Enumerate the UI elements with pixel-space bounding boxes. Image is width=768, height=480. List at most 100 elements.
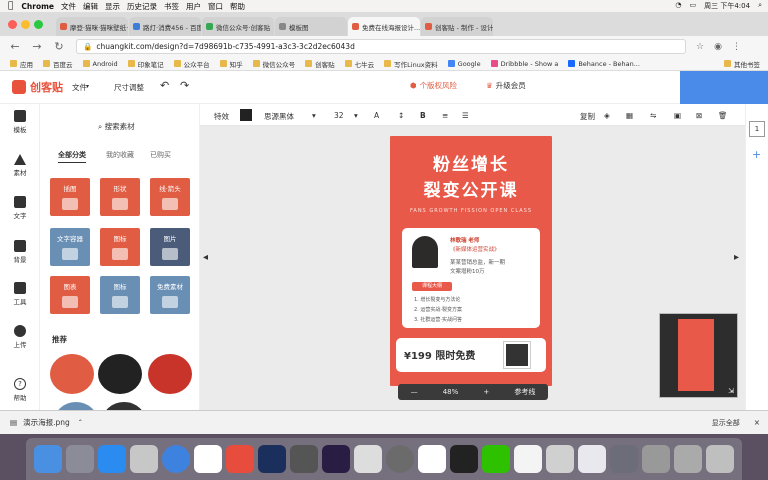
browser-tab-active[interactable]: 免费在线海报设计... [348,17,420,36]
speaker-role[interactable]: 《新媒体运营实战》 [450,245,500,253]
search-materials[interactable]: ⌕ 搜索素材 [98,121,135,132]
list-icon[interactable]: ☰ [462,111,469,120]
poster-title-line2[interactable]: 裂变公开课 [390,176,552,201]
file-menu[interactable]: 文件 [72,82,87,93]
preview-icon[interactable] [130,445,158,473]
tab-all-categories[interactable]: 全部分类 [58,150,86,163]
finder-icon[interactable] [34,445,62,473]
browser-tab[interactable]: 创客贴 - 制作 - 设计页 [421,17,493,36]
baidu-netdisk-icon[interactable] [578,445,606,473]
trash-icon[interactable]: 🗑 [718,111,728,120]
poster-canvas[interactable]: 粉丝增长 裂变公开课 FANS GROWTH FISSION OPEN CLAS… [390,136,552,386]
copyright-risk-button[interactable]: ⬢ 个版权风险 [410,80,457,91]
zoom-value[interactable]: 48% [443,388,459,396]
trash-icon[interactable] [706,445,734,473]
bookmark-item[interactable]: 印象笔记 [127,59,164,69]
category-tile[interactable]: 免费素材 [150,276,190,314]
reload-icon[interactable]: ↻ [52,40,66,53]
outline-point[interactable]: 2. 运营实战·裂变方案 [414,306,462,313]
price-text[interactable]: ¥199 限时免费 [404,347,475,362]
outline-point[interactable]: 3. 社群运营·实战问答 [414,316,462,323]
speaker-photo[interactable] [412,236,438,268]
align-icon[interactable]: ≡ [442,111,448,120]
outline-point[interactable]: 1. 增长裂变与方法论 [414,296,460,303]
menu-help[interactable]: 帮助 [230,1,245,12]
font-select[interactable]: 思源黑体 [264,111,294,122]
speaker-desc2[interactable]: 文案增粉10万 [450,267,485,275]
header-right-blue-block[interactable] [680,71,768,104]
sidebar-item-materials[interactable]: 素材 [6,154,34,177]
tab-favorites[interactable]: 我的收藏 [106,150,134,160]
category-tile[interactable]: 线·箭头 [150,178,190,216]
add-page-icon[interactable]: + [752,148,761,161]
menu-user[interactable]: 用户 [186,1,201,12]
category-tile[interactable]: 图片 [150,228,190,266]
category-tile[interactable]: 形状 [100,178,140,216]
resize-menu[interactable]: 尺寸调整 [114,82,144,93]
menu-history[interactable]: 历史记录 [127,1,157,12]
flip-icon[interactable]: ⇋ [650,111,656,120]
app-icon[interactable] [610,445,638,473]
app-icon[interactable] [354,445,382,473]
star-icon[interactable]: ☆ [696,42,704,52]
bookmark-item[interactable]: 百度云 [43,59,73,69]
browser-tab[interactable]: 摩登·猫咪·猫咪壁纸·... [56,17,128,36]
zoom-out-button[interactable]: — [411,388,418,396]
bookmark-item[interactable]: 应用 [10,59,33,69]
upgrade-member-button[interactable]: ♛ 升级会员 [486,80,526,91]
sidebar-item-tools[interactable]: 工具 [6,282,34,306]
guides-button[interactable]: 参考线 [514,387,535,397]
bookmark-item[interactable]: Google [447,60,481,68]
bookmark-item[interactable]: Dribbble - Show a [490,60,558,68]
collapse-icon[interactable]: ⇲ [728,387,734,395]
category-tile[interactable]: 文字容器 [50,228,90,266]
bookmark-item[interactable]: Behance - Behan... [568,60,640,68]
menu-edit[interactable]: 编辑 [83,1,98,12]
notes-icon[interactable] [514,445,542,473]
chevron-down-icon[interactable]: ▾ [354,111,358,120]
poster-title-line1[interactable]: 粉丝增长 [390,150,552,175]
download-filename[interactable]: 演示海报.png [23,417,70,428]
folder-icon[interactable] [642,445,670,473]
navigator-thumbnail[interactable]: ⇲ [659,313,738,398]
category-tile[interactable]: 图标 [100,228,140,266]
recommended-sticker[interactable] [148,354,192,394]
tab-purchased[interactable]: 已购买 [150,150,171,160]
color-swatch[interactable] [240,109,252,121]
category-tile[interactable]: 图表 [50,276,90,314]
close-icon[interactable]: × [754,418,760,427]
bookmark-item[interactable]: 七牛云 [344,59,374,69]
effects-button[interactable]: 特效 [214,111,229,122]
safari-icon[interactable] [162,445,190,473]
bookmark-item[interactable]: 知乎 [219,59,243,69]
chevron-down-icon[interactable]: ▾ [86,83,89,90]
menu-bookmarks[interactable]: 书签 [164,1,179,12]
menu-app[interactable]: Chrome [21,2,54,11]
app-icon[interactable] [546,445,574,473]
close-window-icon[interactable] [8,20,17,29]
redo-icon[interactable]: ↷ [180,79,189,92]
sidebar-item-text[interactable]: 文字 [6,196,34,220]
app-icon[interactable] [226,445,254,473]
url-input[interactable]: 🔒 chuangkit.com/design?d=7d98691b-c735-4… [76,39,686,54]
recommended-sticker[interactable] [54,402,98,410]
apple-icon[interactable]:  [8,1,13,11]
downloads-icon[interactable] [674,445,702,473]
chevron-right-icon[interactable]: ▸ [734,252,739,263]
chevron-up-icon[interactable]: ⌃ [78,419,83,426]
qq-icon[interactable] [450,445,478,473]
bookmark-item[interactable]: 创客贴 [305,59,335,69]
sidebar-item-background[interactable]: 背景 [6,240,34,264]
copy-button[interactable]: 复制 [580,111,595,122]
transparency-icon[interactable]: ▦ [626,111,633,120]
wps-icon[interactable] [418,445,446,473]
menu-view[interactable]: 显示 [105,1,120,12]
wifi-icon[interactable]: ◔ [675,1,681,11]
spotlight-icon[interactable]: ⌕ [758,1,762,11]
undo-icon[interactable]: ↶ [160,79,169,92]
category-tile[interactable]: 插图 [50,178,90,216]
minimize-window-icon[interactable] [21,20,30,29]
letter-spacing-icon[interactable]: ↕ [398,111,404,120]
poster-subtitle[interactable]: FANS GROWTH FISSION OPEN CLASS [390,208,552,214]
speaker-name[interactable]: 林歌瑞 老师 [450,236,479,244]
